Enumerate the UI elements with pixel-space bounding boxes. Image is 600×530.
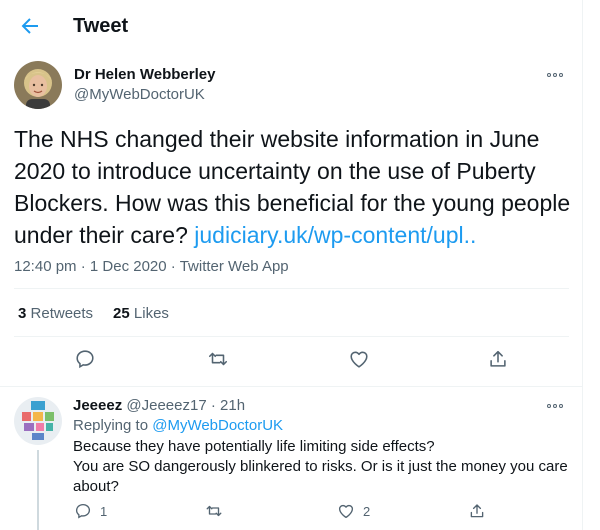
tweet-stats: 3 Retweets 25 Likes <box>18 305 169 322</box>
author-name[interactable]: Dr Helen Webberley <box>74 66 215 83</box>
divider <box>14 336 569 337</box>
author-avatar[interactable] <box>14 61 62 109</box>
avatar-image <box>14 397 62 445</box>
reply-author-name[interactable]: Jeeeez <box>73 397 122 414</box>
divider <box>14 288 569 289</box>
tweet-time[interactable]: 12:40 pm <box>14 258 77 275</box>
reply-reply-button[interactable]: 1 <box>74 502 107 520</box>
retweet-icon <box>206 505 222 517</box>
reply-count: 1 <box>100 503 108 519</box>
tweet-date[interactable]: 1 Dec 2020 <box>90 258 167 275</box>
heart-icon <box>338 504 354 519</box>
share-button[interactable] <box>487 348 509 370</box>
reply-line: Because they have potentially life limit… <box>73 438 435 455</box>
avatar-photo <box>14 61 62 109</box>
reply-like-button[interactable]: 2 <box>337 502 370 520</box>
share-icon <box>470 504 484 518</box>
back-button[interactable] <box>18 14 42 38</box>
retweet-icon <box>208 352 228 366</box>
retweets-count: 3 <box>18 305 27 322</box>
reply-retweet-button[interactable] <box>205 502 231 520</box>
reply-line: You are SO dangerously blinkered to risk… <box>73 458 568 495</box>
reply-icon <box>75 503 91 519</box>
likes-count: 25 <box>113 305 130 322</box>
more-options-button[interactable] <box>547 69 567 81</box>
reply-avatar[interactable] <box>14 397 62 445</box>
divider <box>0 386 583 387</box>
meta-separator: · <box>170 258 180 275</box>
reply-header: Jeeeez @Jeeeez17 · 21h <box>73 397 245 414</box>
tweet-link[interactable]: judiciary.uk/wp-content/upl.. <box>194 222 476 248</box>
tweet-actions <box>0 348 583 374</box>
reply-meta-separator: · <box>210 397 216 414</box>
reply-icon <box>76 350 94 369</box>
likes-label: Likes <box>133 305 169 322</box>
like-count: 2 <box>363 503 371 519</box>
reply-more-options-button[interactable] <box>547 400 567 412</box>
tweet-source[interactable]: Twitter Web App <box>180 258 289 275</box>
replying-to-label: Replying to <box>73 417 149 434</box>
meta-separator: · <box>80 258 90 275</box>
reply-share-button[interactable] <box>468 502 486 520</box>
more-dots-icon <box>547 400 567 412</box>
header-bar: Tweet <box>0 0 583 52</box>
retweets-label: Retweets <box>30 305 94 322</box>
replying-to: Replying to @MyWebDoctorUK <box>73 417 283 434</box>
author-handle[interactable]: @MyWebDoctorUK <box>74 86 205 103</box>
retweets-stat[interactable]: 3 Retweets <box>18 305 93 322</box>
likes-stat[interactable]: 25 Likes <box>113 305 169 322</box>
reply-author-handle[interactable]: @Jeeeez17 <box>126 397 206 414</box>
tweet-body: The NHS changed their website informatio… <box>14 123 574 251</box>
arrow-left-icon <box>21 18 38 34</box>
page-title: Tweet <box>73 15 129 37</box>
reply-body: Because they have potentially life limit… <box>73 437 573 497</box>
heart-icon <box>350 351 368 368</box>
retweet-button[interactable] <box>207 348 229 370</box>
share-icon <box>490 350 506 367</box>
tweet-page: Tweet Dr Helen Webberley @MyWebDoctorUK … <box>0 0 583 530</box>
like-button[interactable] <box>348 348 370 370</box>
more-dots-icon <box>547 69 567 81</box>
replying-to-handle[interactable]: @MyWebDoctorUK <box>152 417 283 434</box>
tweet-meta: 12:40 pm · 1 Dec 2020 · Twitter Web App <box>14 258 289 275</box>
reply-button[interactable] <box>74 348 96 370</box>
reply-actions: 1 2 <box>0 502 583 522</box>
reply-time[interactable]: 21h <box>220 397 245 414</box>
